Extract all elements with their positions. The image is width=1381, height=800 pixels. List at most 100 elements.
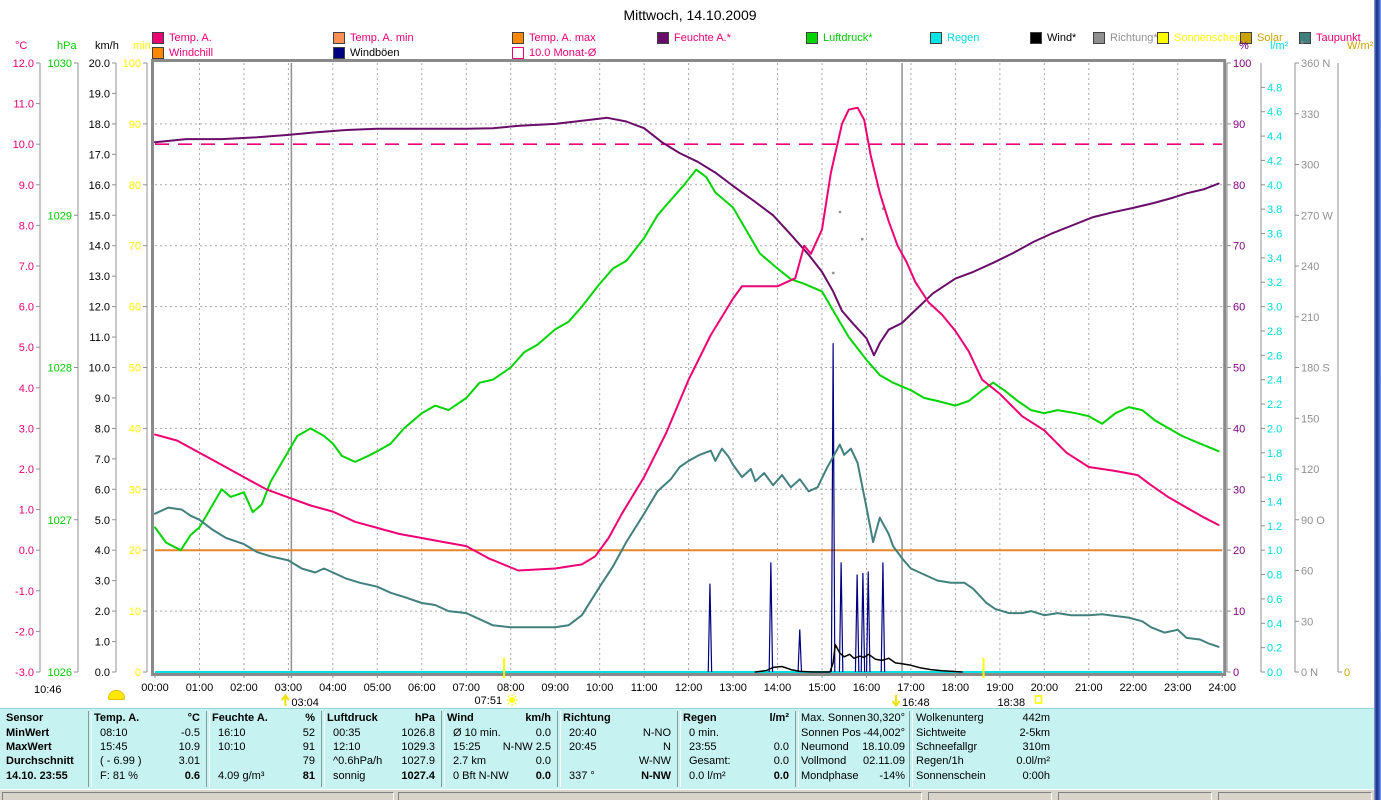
axis-label-kmh: 9.0 xyxy=(95,393,110,405)
status-bar-segment xyxy=(1218,792,1372,800)
sunset-square-icon xyxy=(1034,695,1043,704)
axis-label-lm2: 4.8 xyxy=(1267,82,1282,94)
x-axis-label: 10:00 xyxy=(586,682,614,694)
axis-label-lm2: 3.2 xyxy=(1267,277,1282,289)
axis-label-lm2: 1.6 xyxy=(1267,472,1282,484)
table-astro-value: 02.11.09 xyxy=(862,755,905,767)
axis-label-min: 20 xyxy=(129,545,141,557)
axis-label-kmh: 11.0 xyxy=(89,332,110,344)
axis-label-dir: 0 N xyxy=(1301,667,1318,679)
axis-label-lm2: 4.4 xyxy=(1267,131,1282,143)
axis-label-dir: 60 xyxy=(1301,566,1313,578)
series-feuchte-a--line xyxy=(154,116,1220,357)
axis-label-lm2: 3.8 xyxy=(1267,204,1282,216)
axis-label-pct: 90 xyxy=(1233,119,1245,131)
axis-label-hPa: 1028 xyxy=(48,363,72,375)
sunrise-sun-ray xyxy=(514,702,517,705)
axis-label-dir: 240 xyxy=(1301,261,1319,273)
axis-label-degC: 2.0 xyxy=(19,464,34,476)
axis-label-kmh: 20.0 xyxy=(89,58,110,70)
axis-label-dir: 210 xyxy=(1301,312,1319,324)
moonrise-arrow-icon xyxy=(281,693,290,706)
x-axis-label: 04:00 xyxy=(319,682,347,694)
axis-label-kmh: 13.0 xyxy=(89,271,110,283)
axis-label-kmh: 10.0 xyxy=(89,363,110,375)
axis-label-kmh: 3.0 xyxy=(95,576,110,588)
axis-label-lm2: 1.4 xyxy=(1267,496,1282,508)
axis-label-kmh: 16.0 xyxy=(89,180,110,192)
weather-station-window: Mittwoch, 14.10.2009 Temp. A. Temp. A. mi… xyxy=(0,0,1381,800)
axis-label-pct: 40 xyxy=(1233,423,1245,435)
axis-label-degC: 12.0 xyxy=(13,58,34,70)
status-bar xyxy=(0,789,1381,800)
series-windboeen-spike xyxy=(830,343,836,673)
axis-label-kmh: 5.0 xyxy=(95,515,110,527)
x-axis-label: 11:00 xyxy=(631,682,658,694)
x-axis-label: 03:00 xyxy=(275,682,303,694)
axis-label-min: 0 xyxy=(135,667,141,679)
axis-label-lm2: 0.2 xyxy=(1267,643,1282,655)
axis-label-pct: 20 xyxy=(1233,545,1245,557)
axis-label-min: 90 xyxy=(129,119,141,131)
x-axis-label: 19:00 xyxy=(986,682,1014,694)
axis-label-lm2: 4.6 xyxy=(1267,107,1282,119)
axis-label-kmh: 7.0 xyxy=(95,454,110,466)
axis-label-kmh: 6.0 xyxy=(95,484,110,496)
x-axis-label: 08:00 xyxy=(497,682,525,694)
axis-label-lm2: 1.2 xyxy=(1267,521,1282,533)
axis-label-hPa: 1030 xyxy=(48,58,72,70)
sunrise-time-label: 07:51 xyxy=(475,695,503,707)
x-axis-label: 00:00 xyxy=(141,682,169,694)
axis-label-lm2: 0.8 xyxy=(1267,570,1282,582)
table-extra-value: 0:00h xyxy=(1022,770,1050,782)
table-astro-value: 30,320° xyxy=(866,712,905,724)
x-axis-label: 01:00 xyxy=(186,682,214,694)
x-axis-label: 05:00 xyxy=(364,682,392,694)
series-temp-a--line xyxy=(154,106,1220,572)
axis-label-lm2: 2.2 xyxy=(1267,399,1282,411)
axis-label-pct: 10 xyxy=(1233,606,1245,618)
axis-label-pct: 80 xyxy=(1233,180,1245,192)
axis-label-degC: 3.0 xyxy=(19,423,34,435)
sunrise-sun-ray xyxy=(514,695,517,698)
axis-label-min: 80 xyxy=(129,180,141,192)
status-bar-segment xyxy=(928,792,1052,800)
sunrise-sun-ray xyxy=(507,695,510,698)
axis-label-lm2: 2.8 xyxy=(1267,326,1282,338)
axis-label-kmh: 18.0 xyxy=(89,119,110,131)
axis-label-lm2: 3.4 xyxy=(1267,253,1282,265)
axis-label-degC: -3.0 xyxy=(15,667,34,679)
axis-label-lm2: 4.2 xyxy=(1267,155,1282,167)
axis-label-lm2: 3.0 xyxy=(1267,302,1282,314)
axis-label-min: 10 xyxy=(129,606,141,618)
window-right-border xyxy=(1374,0,1381,800)
x-axis-label: 17:00 xyxy=(897,682,925,694)
series-windboeen-spike xyxy=(865,571,871,673)
axis-label-kmh: 14.0 xyxy=(89,241,110,253)
axis-label-dir: 90 O xyxy=(1301,515,1325,527)
table-row-label: Sensor xyxy=(6,712,44,724)
x-axis-label: 20:00 xyxy=(1031,682,1059,694)
axis-label-degC: -1.0 xyxy=(15,586,34,598)
chart-svg[interactable]: 12.0 11.0 10.0 9.0 8.0 7.0 6.0 5.0 4.0 3.0 2.0 1.0 0… xyxy=(0,0,1381,800)
axis-label-dir: 180 S xyxy=(1301,363,1330,375)
axis-label-kmh: 0.0 xyxy=(95,667,110,679)
axis-label-kmh: 4.0 xyxy=(95,545,110,557)
table-extra-value: 442m xyxy=(1022,712,1050,724)
axis-label-pct: 60 xyxy=(1233,302,1245,314)
axis-label-dir: 330 xyxy=(1301,109,1319,121)
x-axis-label: 06:00 xyxy=(408,682,436,694)
axis-label-pct: 100 xyxy=(1233,58,1251,70)
series-windboeen-spike xyxy=(768,562,774,673)
table-cell-label: 0 min. xyxy=(689,727,719,739)
sensor-table: Sensor MinWert MaxWert Durchschnitt 14.10. 2… xyxy=(0,708,1381,790)
axis-label-kmh: 17.0 xyxy=(89,149,110,161)
axis-label-lm2: 0.4 xyxy=(1267,618,1282,630)
sun-blob-icon xyxy=(108,690,125,700)
x-axis-label: 23:00 xyxy=(1164,682,1192,694)
axis-label-pct: 50 xyxy=(1233,363,1245,375)
axis-label-kmh: 2.0 xyxy=(95,606,110,618)
axis-label-lm2: 2.0 xyxy=(1267,423,1282,435)
axis-label-min: 100 xyxy=(123,58,141,70)
series-taupunkt-line xyxy=(154,443,1220,648)
